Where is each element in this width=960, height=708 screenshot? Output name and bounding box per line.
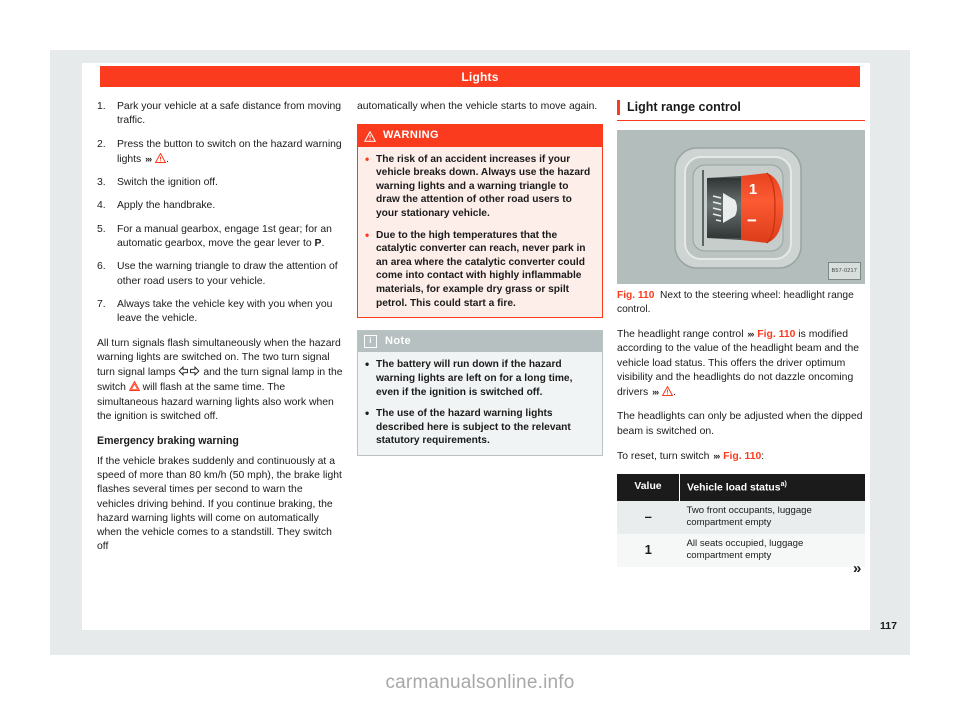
table-header-footnote-marker: a) (780, 481, 787, 489)
warning-bullet: • Due to the high temperatures that the c… (365, 227, 595, 311)
info-icon: i (364, 334, 377, 348)
bullet-dot: • (365, 406, 370, 421)
warning-triangle-icon (155, 152, 167, 163)
section-rule (617, 120, 865, 121)
column-middle: automatically when the vehicle starts to… (357, 100, 603, 468)
list-item-number: 3. (97, 177, 106, 189)
column-left: 1. Park your vehicle at a safe distance … (97, 100, 343, 565)
figure-cross-reference[interactable]: Fig. 110 (723, 451, 761, 462)
list-item: 5. For a manual gearbox, engage 1st gear… (97, 223, 343, 252)
table-cell-value: – (617, 501, 680, 535)
paragraph-reset-part2: : (761, 451, 765, 463)
warning-triangle-icon (661, 386, 673, 397)
figure-number: Fig. 110 (617, 290, 655, 301)
chapter-title: Lights (461, 69, 499, 84)
note-bullet: • The battery will run down if the hazard… (365, 358, 595, 399)
table-header-status: Vehicle load statusa) (679, 474, 865, 502)
chapter-header-bar: Lights (100, 66, 860, 87)
page-number: 117 (880, 620, 897, 632)
section-title: Light range control (617, 100, 865, 115)
note-panel-body: • The battery will run down if the hazard… (358, 352, 602, 455)
list-item: 3. Switch the ignition off. (97, 176, 343, 190)
paragraph-range-control-part1: The headlight range control (617, 329, 747, 340)
cross-ref-chevrons: ››› (652, 387, 659, 398)
list-item-text: Park your vehicle at a safe distance fro… (117, 101, 342, 127)
warning-panel-body: • The risk of an accident increases if yo… (358, 146, 602, 318)
table-header-value: Value (617, 474, 680, 502)
warning-triangle-icon (364, 131, 376, 143)
hazard-warning-triangle-icon (128, 381, 140, 392)
paragraph-range-control: The headlight range control ››› Fig. 110… (617, 327, 865, 400)
warning-bullet-text: Due to the high temperatures that the ca… (376, 229, 586, 309)
continuation-marker: » (853, 560, 862, 577)
note-panel-title: Note (385, 335, 412, 348)
note-bullet-text: The use of the hazard warning lights des… (376, 408, 571, 447)
warning-panel: WARNING • The risk of an accident increas… (357, 124, 603, 319)
table-row: – Two front occupants, luggage compartme… (617, 501, 865, 535)
figure-caption: Fig. 110 Next to the steering wheel: hea… (617, 289, 865, 316)
dial-label-top: 1 (749, 181, 757, 198)
list-item-text-tail: . (321, 238, 325, 250)
info-icon-glyph: i (369, 336, 372, 346)
list-item-text: Apply the handbrake. (117, 200, 216, 212)
paragraph-continued: automatically when the vehicle starts to… (357, 101, 598, 112)
procedure-list: 1. Park your vehicle at a safe distance … (97, 100, 343, 327)
warning-panel-header: WARNING (358, 125, 602, 147)
watermark: carmanualsonline.info (385, 672, 575, 693)
list-item-number: 6. (97, 261, 106, 273)
list-item-number: 5. (97, 223, 106, 235)
dial-label-bottom: − (747, 211, 757, 230)
list-item-number: 4. (97, 200, 106, 212)
table-cell-value: 1 (617, 534, 680, 568)
list-item: 1. Park your vehicle at a safe distance … (97, 100, 343, 129)
list-item-number: 2. (97, 138, 106, 150)
note-bullet-text: The battery will run down if the hazard … (376, 359, 573, 398)
list-item: 7. Always take the vehicle key with you … (97, 298, 343, 327)
warning-panel-title: WARNING (383, 129, 439, 142)
note-bullet: • The use of the hazard warning lights de… (365, 407, 595, 448)
table-header-status-text: Vehicle load status (687, 482, 781, 494)
table-cell-status: Two front occupants, luggage compartment… (679, 501, 865, 535)
bullet-dot: • (365, 357, 370, 372)
subheading-emergency-braking: Emergency braking warning (97, 435, 239, 448)
bullet-dot: • (365, 227, 370, 242)
list-item-number: 7. (97, 298, 106, 310)
paragraph-reset-part1: To reset, turn switch (617, 451, 713, 463)
list-item-text: Always take the vehicle key with you whe… (117, 298, 333, 325)
paragraph-emergency-braking: If the vehicle brakes suddenly and conti… (97, 455, 342, 553)
warning-bullet: • The risk of an accident increases if yo… (365, 151, 595, 221)
paragraph-dipped-beam: The headlights can only be adjusted when… (617, 411, 863, 437)
paragraph-reset: To reset, turn switch ››› Fig. 110: (617, 449, 865, 464)
list-item-text: Switch the ignition off. (117, 177, 218, 189)
vehicle-load-table: Value Vehicle load statusa) – Two front … (617, 474, 865, 568)
table-row: 1 All seats occupied, luggage compartmen… (617, 534, 865, 568)
bullet-dot: • (365, 151, 370, 166)
list-item-text-tail: . (166, 153, 169, 165)
cross-ref-chevrons: ››› (713, 451, 720, 462)
column-right: Light range control 1 − B57-0217 Fig. 11… (617, 100, 865, 568)
cross-ref-chevrons: ››› (145, 153, 152, 164)
cross-ref-chevrons: ››› (747, 329, 754, 339)
paragraph-turn-signals: All turn signals flash simultaneously wh… (97, 337, 343, 425)
note-panel-header: i Note (358, 331, 602, 353)
list-item: 2. Press the button to switch on the haz… (97, 138, 343, 168)
list-item-number: 1. (97, 101, 106, 112)
figure-cross-reference[interactable]: Fig. 110 (757, 329, 795, 340)
figure-code-label: B57-0217 (827, 261, 861, 280)
warning-bullet-text: The risk of an accident increases if you… (376, 153, 591, 219)
list-item: 4. Apply the handbrake. (97, 199, 343, 213)
figure-headlight-range-control: 1 − B57-0217 (617, 130, 865, 284)
table-header-row: Value Vehicle load statusa) (617, 474, 865, 502)
turn-signal-left-icon (178, 366, 189, 377)
paragraph-range-control-part3: . (672, 387, 676, 399)
table-cell-status: All seats occupied, luggage compartment … (679, 534, 865, 568)
list-item: 6. Use the warning triangle to draw the … (97, 260, 343, 289)
list-item-text: For a manual gearbox, engage 1st gear; f… (117, 223, 332, 250)
note-panel: i Note • The battery will run down if the… (357, 330, 603, 456)
manual-page: Lights 1. Park your vehicle at a safe di… (0, 0, 960, 708)
list-item-text: Use the warning triangle to draw the att… (117, 261, 338, 287)
turn-signal-right-icon (189, 366, 200, 377)
